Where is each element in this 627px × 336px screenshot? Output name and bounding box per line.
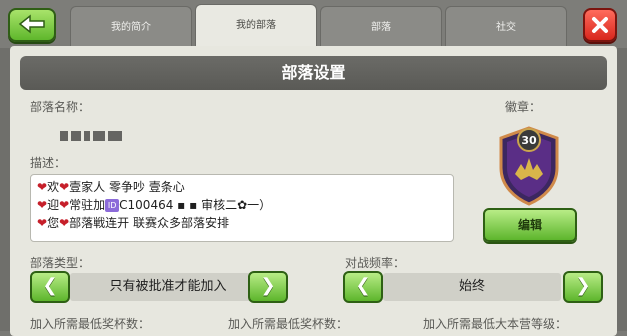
description-label: 描述：	[30, 156, 67, 170]
tab-social[interactable]: 社交	[445, 6, 567, 49]
clan-name-value	[60, 126, 130, 141]
clan-type-prev-button[interactable]: ❮	[30, 271, 70, 303]
flower-icon: ✿	[237, 198, 248, 212]
min-townhall-label: 加入所需最低大本营等级：	[423, 317, 568, 331]
panel-title: 部落设置	[20, 56, 607, 90]
edit-button[interactable]: 编辑	[483, 208, 577, 242]
back-arrow-icon	[18, 14, 45, 34]
war-frequency-label: 对战频率：	[345, 256, 406, 270]
description-line-2: ❤迎❤常驻加 ID C100464 ▪ ▪ 审核二✿一）	[37, 198, 272, 212]
clan-settings-window: 我的简介 我的部落 部落 社交 部落设置 部落名称： 徽章： 30 描述： ❤欢…	[0, 0, 627, 336]
war-frequency-prev-button[interactable]: ❮	[343, 271, 383, 303]
badge-level: 30	[521, 134, 537, 147]
description-line-3: ❤您❤部落戦连开 联赛众多部落安排	[37, 216, 229, 230]
close-button[interactable]	[583, 8, 617, 42]
badge-label: 徽章：	[505, 100, 542, 114]
min-trophies-label: 加入所需最低奖杯数：	[30, 317, 151, 331]
clan-badge-icon: 30	[499, 126, 559, 206]
clan-type-label: 部落类型：	[30, 256, 91, 270]
description-line-1: ❤欢❤壹家人 零争吵 壹条心	[37, 180, 185, 194]
min-trophies-label-2: 加入所需最低奖杯数：	[228, 317, 349, 331]
clan-badge[interactable]: 30	[495, 124, 563, 206]
war-frequency-value: 始终	[383, 273, 561, 301]
back-button[interactable]	[8, 8, 56, 42]
heart-icon: ❤	[37, 180, 48, 194]
heart-icon: ❤	[59, 198, 70, 212]
tab-clans[interactable]: 部落	[320, 6, 442, 49]
clan-name-label: 部落名称：	[30, 100, 91, 114]
war-frequency-next-button[interactable]: ❯	[563, 271, 603, 303]
id-icon: ID	[105, 199, 120, 212]
description-box[interactable]: ❤欢❤壹家人 零争吵 壹条心 ❤迎❤常驻加 ID C100464 ▪ ▪ 审核二✿一…	[30, 174, 454, 242]
heart-icon: ❤	[37, 216, 48, 230]
settings-panel: 部落设置 部落名称： 徽章： 30 描述： ❤欢❤壹家人 零争吵 壹条心 ❤迎❤…	[10, 46, 617, 336]
clan-type-next-button[interactable]: ❯	[248, 271, 288, 303]
top-bar: 我的简介 我的部落 部落 社交	[0, 0, 627, 49]
tab-my-profile[interactable]: 我的简介	[70, 6, 192, 49]
close-x-icon	[592, 17, 608, 33]
clan-type-value: 只有被批准才能加入	[70, 273, 266, 301]
tab-my-clan[interactable]: 我的部落	[195, 4, 317, 49]
heart-icon: ❤	[37, 198, 48, 212]
heart-icon: ❤	[59, 180, 70, 194]
heart-icon: ❤	[59, 216, 70, 230]
